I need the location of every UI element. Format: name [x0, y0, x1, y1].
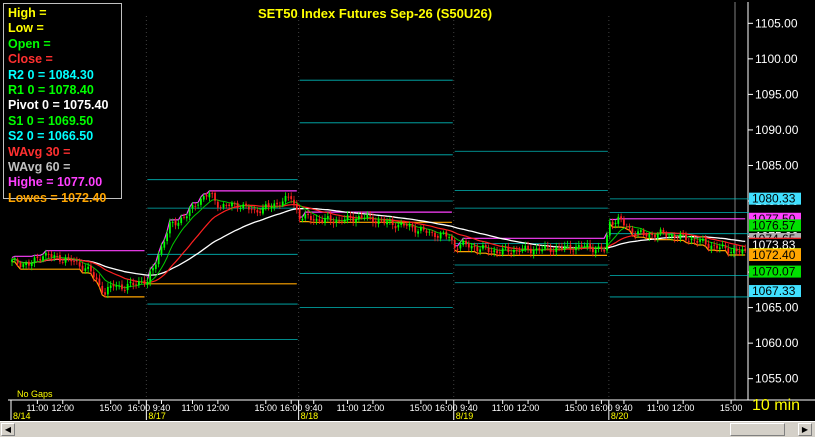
x-tick-label: 12:00: [672, 403, 695, 413]
y-tick-label: 1095.00: [755, 87, 799, 101]
legend-row: High =: [8, 6, 47, 20]
legend-row: Pivot 0 = 1075.40: [8, 98, 109, 113]
y-tick-label: 1090.00: [755, 123, 799, 137]
interval-label[interactable]: 10 min: [752, 397, 800, 415]
y-tick-label: 1085.00: [755, 158, 799, 172]
x-tick-label: 11:00: [337, 403, 359, 413]
price-tag-label: 1072.40: [752, 248, 796, 262]
x-tick-label: 12:00: [362, 403, 385, 413]
x-tick-label: 11:00: [492, 403, 514, 413]
x-tick-label: 15:00: [410, 403, 433, 413]
x-tick-label: 11:00: [647, 403, 669, 413]
legend-row: S2 0 = 1066.50: [8, 129, 94, 144]
legend-row: WAvg 60 =: [8, 160, 71, 175]
y-tick-label: 1105.00: [755, 16, 798, 30]
y-tick-label: 1065.00: [755, 301, 799, 315]
legend-row: Close =: [8, 52, 53, 67]
chart-background: [0, 0, 815, 421]
scroll-thumb[interactable]: [730, 423, 785, 436]
no-gaps-label: No Gaps: [17, 389, 53, 399]
price-tag-label: 1080.33: [752, 192, 796, 206]
date-label: 8/19: [456, 411, 474, 421]
legend-row: S1 0 = 1069.50: [8, 113, 94, 128]
x-tick-label: 15:00: [99, 403, 122, 413]
price-tag-label: 1067.33: [752, 284, 796, 298]
x-tick-label: 15:00: [565, 403, 588, 413]
date-label: 8/17: [148, 411, 166, 421]
x-tick-label: 12:00: [517, 403, 540, 413]
scroll-right-icon[interactable]: ▶: [798, 423, 812, 436]
date-label: 8/14: [13, 411, 31, 421]
x-tick-label: 12:00: [207, 403, 230, 413]
y-tick-label: 1060.00: [755, 336, 799, 350]
price-chart[interactable]: 1055.001060.001065.001070.001075.001080.…: [0, 0, 815, 421]
y-tick-label: 1100.00: [755, 52, 798, 66]
date-label: 8/18: [301, 411, 319, 421]
x-tick-label: 11:00: [182, 403, 204, 413]
x-tick-label: 15:00: [255, 403, 278, 413]
legend-row: WAvg 30 =: [8, 144, 71, 159]
price-tag-label: 1076.57: [752, 218, 796, 232]
scroll-left-icon[interactable]: ◀: [1, 423, 15, 436]
x-tick-label: 12:00: [51, 403, 74, 413]
legend-row: Highe = 1077.00: [8, 175, 103, 190]
y-tick-label: 1055.00: [755, 372, 799, 386]
horizontal-scrollbar[interactable]: ◀ ▶: [0, 421, 815, 437]
x-tick-label: 15:00: [720, 403, 743, 413]
legend-row: Lowes = 1072.40: [8, 190, 107, 205]
legend-row: Low =: [8, 21, 44, 36]
legend-row: R1 0 = 1078.40: [8, 83, 94, 98]
indicator-legend: High = Low = Open = Close = R2 0 = 1084.30 R1…: [3, 3, 122, 205]
legend-row: Open =: [8, 36, 51, 51]
date-label: 8/20: [611, 411, 629, 421]
price-tag-label: 1070.07: [752, 265, 796, 279]
legend-row: R2 0 = 1084.30: [8, 67, 94, 82]
